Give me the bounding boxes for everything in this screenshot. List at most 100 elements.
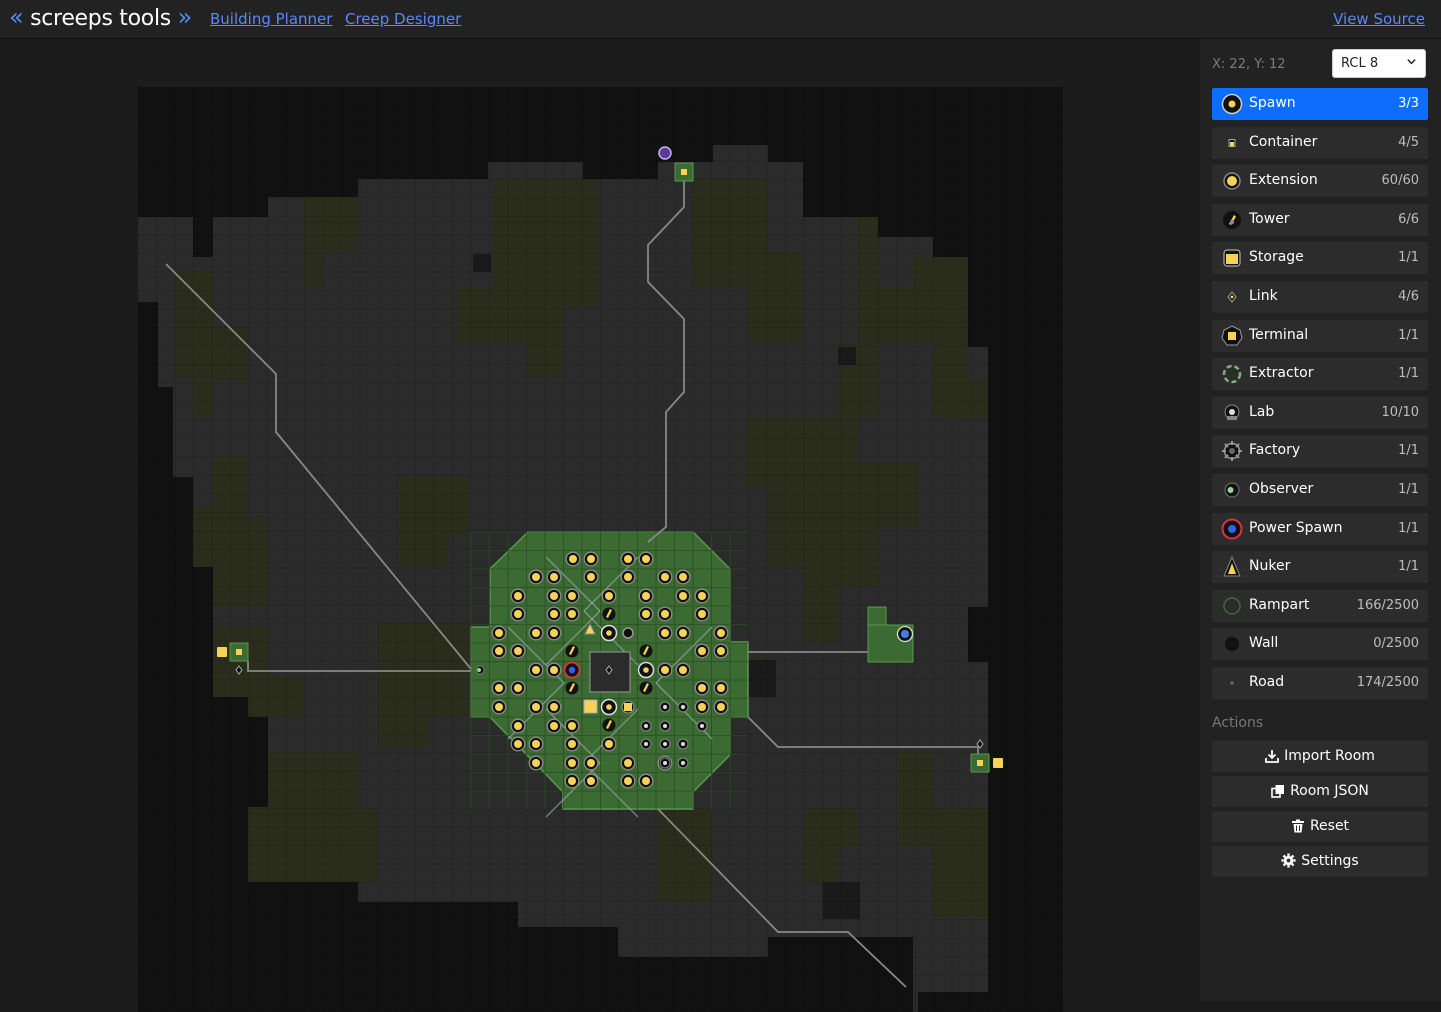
structure-label: Rampart bbox=[1249, 596, 1310, 613]
structure-count: 1/1 bbox=[1398, 520, 1419, 536]
observer-icon bbox=[1224, 482, 1240, 498]
container-structure bbox=[977, 760, 983, 766]
extension-structure bbox=[694, 606, 710, 622]
structure-count: 4/5 bbox=[1398, 134, 1419, 150]
rcl-select[interactable]: RCL 8 bbox=[1332, 49, 1426, 78]
tower-structure bbox=[602, 718, 616, 732]
nav-building-planner[interactable]: Building Planner bbox=[210, 10, 332, 28]
structure-label: Observer bbox=[1249, 481, 1314, 497]
extension-structure bbox=[564, 736, 580, 752]
extension-structure bbox=[546, 569, 562, 585]
structure-item-terminal[interactable]: Terminal 1/1 bbox=[1212, 319, 1428, 352]
cursor-coordinates: X: 22, Y: 12 bbox=[1212, 57, 1286, 72]
extension-structure bbox=[638, 773, 654, 789]
gear-icon bbox=[1281, 853, 1296, 868]
spawn-structure bbox=[600, 698, 618, 716]
structure-item-storage[interactable]: Storage 1/1 bbox=[1212, 242, 1428, 275]
structure-label: Factory bbox=[1249, 442, 1301, 459]
structure-item-extractor[interactable]: Extractor 1/1 bbox=[1212, 358, 1428, 391]
room-json-button[interactable]: Room JSON bbox=[1212, 776, 1428, 807]
extension-structure bbox=[713, 625, 729, 641]
view-source-link[interactable]: View Source bbox=[1333, 10, 1425, 28]
tower-structure bbox=[565, 644, 579, 658]
action-label: Room JSON bbox=[1290, 783, 1369, 799]
structure-item-spawn[interactable]: Spawn 3/3 bbox=[1212, 88, 1428, 120]
extension-structure bbox=[491, 680, 507, 696]
extension-structure bbox=[638, 606, 654, 622]
extension-structure bbox=[491, 625, 507, 641]
extension-structure bbox=[657, 606, 673, 622]
structure-item-lab[interactable]: Lab 10/10 bbox=[1212, 396, 1428, 429]
lab-structure bbox=[659, 720, 671, 732]
container-structure bbox=[681, 169, 687, 175]
power-spawn-icon bbox=[1221, 518, 1243, 540]
structure-label: Storage bbox=[1249, 249, 1304, 266]
brand-right-guillemet: » bbox=[177, 3, 193, 31]
container-icon bbox=[1228, 138, 1236, 147]
extension-structure bbox=[657, 662, 673, 678]
lab-structure bbox=[677, 757, 689, 769]
extension-structure bbox=[694, 643, 710, 659]
extension-structure bbox=[601, 736, 617, 752]
structure-item-observer[interactable]: Observer 1/1 bbox=[1212, 474, 1428, 506]
extension-structure bbox=[510, 718, 526, 734]
action-label: Settings bbox=[1301, 853, 1359, 869]
structure-label: Extension bbox=[1249, 172, 1318, 189]
observer-core bbox=[477, 668, 481, 672]
extension-icon bbox=[1223, 172, 1241, 190]
nav-creep-designer[interactable]: Creep Designer bbox=[345, 10, 461, 28]
spawn-structure bbox=[600, 624, 618, 642]
brand-left-guillemet: « bbox=[9, 3, 24, 31]
structure-item-tower[interactable]: Tower 6/6 bbox=[1212, 203, 1428, 236]
structure-item-rampart[interactable]: Rampart 166/2500 bbox=[1212, 589, 1428, 622]
structure-item-extension[interactable]: Extension 60/60 bbox=[1212, 165, 1428, 198]
action-label: Reset bbox=[1309, 818, 1350, 834]
lab-structure bbox=[677, 701, 689, 713]
storage-structure bbox=[583, 699, 598, 714]
extension-structure bbox=[694, 680, 710, 696]
structure-count: 1/1 bbox=[1398, 366, 1419, 382]
structure-count: 1/1 bbox=[1398, 443, 1419, 459]
structure-label: Terminal bbox=[1249, 326, 1309, 343]
actions-heading: Actions bbox=[1212, 715, 1264, 731]
tower-structure bbox=[602, 607, 616, 621]
structure-item-wall[interactable]: Wall 0/2500 bbox=[1212, 628, 1428, 661]
structure-label: Wall bbox=[1249, 635, 1279, 652]
factory-icon bbox=[1222, 441, 1242, 462]
factory-structure bbox=[622, 627, 634, 639]
structure-count: 60/60 bbox=[1381, 173, 1419, 189]
structure-count: 174/2500 bbox=[1356, 675, 1419, 690]
extension-structure bbox=[638, 588, 654, 604]
rampart-icon bbox=[1223, 597, 1241, 615]
settings-button[interactable]: Settings bbox=[1212, 846, 1428, 877]
extension-structure bbox=[565, 551, 581, 567]
import-room-button[interactable]: Import Room bbox=[1212, 741, 1428, 772]
extension-structure bbox=[528, 569, 544, 585]
extension-structure bbox=[510, 588, 526, 604]
extension-structure bbox=[546, 662, 562, 678]
extension-structure bbox=[510, 606, 526, 622]
extension-structure bbox=[528, 662, 544, 678]
reset-button[interactable]: Reset bbox=[1212, 811, 1428, 842]
brand-logo[interactable]: « screeps tools » bbox=[9, 3, 192, 31]
structure-count: 0/2500 bbox=[1373, 636, 1419, 652]
structure-item-power-spawn[interactable]: Power Spawn 1/1 bbox=[1212, 512, 1428, 545]
lab-structure bbox=[659, 701, 671, 713]
structure-label: Link bbox=[1249, 288, 1278, 304]
extension-structure bbox=[620, 551, 636, 567]
structure-item-link[interactable]: Link 4/6 bbox=[1212, 281, 1428, 313]
controller-structure bbox=[658, 146, 672, 160]
lab-structure bbox=[640, 720, 652, 732]
structure-item-road[interactable]: Road 174/2500 bbox=[1212, 667, 1428, 699]
structure-count: 3/3 bbox=[1398, 96, 1419, 111]
nuker-icon bbox=[1223, 556, 1241, 577]
structure-item-nuker[interactable]: Nuker 1/1 bbox=[1212, 551, 1428, 584]
room-map[interactable] bbox=[138, 87, 1063, 1012]
chevron-down-icon bbox=[1407, 59, 1416, 65]
structure-label: Spawn bbox=[1249, 95, 1296, 111]
lab-structure bbox=[659, 757, 671, 769]
structure-item-container[interactable]: Container 4/5 bbox=[1212, 126, 1428, 159]
copy-icon bbox=[1271, 785, 1285, 798]
energy-source-east bbox=[993, 758, 1003, 768]
structure-item-factory[interactable]: Factory 1/1 bbox=[1212, 435, 1428, 468]
